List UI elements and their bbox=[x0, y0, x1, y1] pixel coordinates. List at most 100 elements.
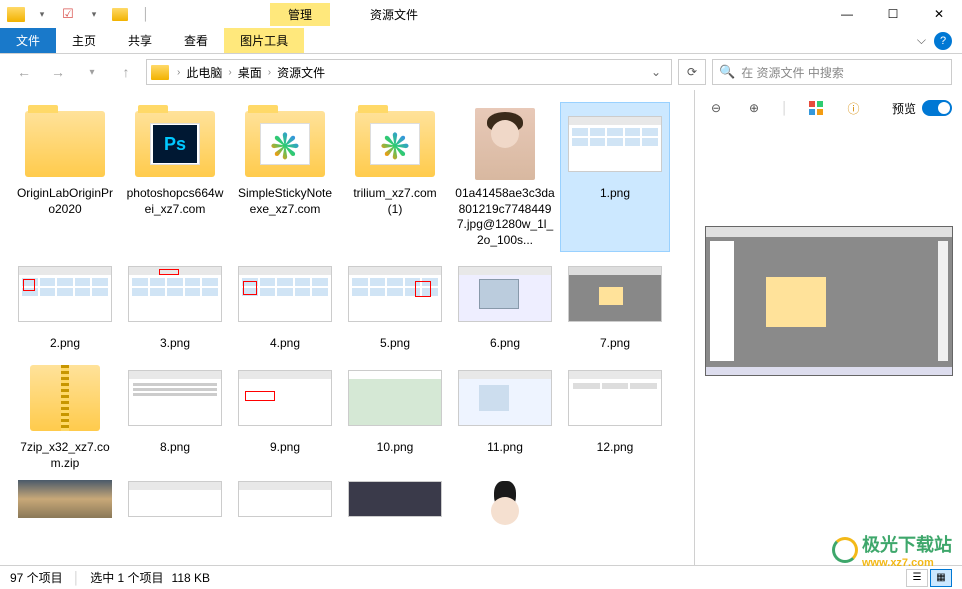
item-label: 8.png bbox=[160, 440, 190, 456]
status-bar: 97 个项目 │ 选中 1 个项目 118 KB ☰ ▦ bbox=[0, 565, 962, 589]
tab-view[interactable]: 查看 bbox=[168, 28, 224, 53]
refresh-button[interactable]: ⟳ bbox=[678, 59, 706, 85]
image-item[interactable]: 6.png bbox=[450, 252, 560, 356]
address-folder-icon bbox=[151, 65, 169, 80]
image-item[interactable]: 12.png bbox=[560, 356, 670, 475]
address-box[interactable]: › 此电脑 › 桌面 › 资源文件 ⌄ bbox=[146, 59, 672, 85]
image-item[interactable]: 5.png bbox=[340, 252, 450, 356]
ribbon-expand-icon[interactable]: ⌵ bbox=[909, 33, 934, 48]
ribbon-context-label: 管理 bbox=[270, 3, 330, 26]
status-selection: 选中 1 个项目 bbox=[90, 569, 163, 586]
image-item[interactable] bbox=[10, 475, 120, 527]
image-item[interactable] bbox=[340, 475, 450, 527]
maximize-button[interactable]: ☐ bbox=[870, 0, 916, 28]
details-view-button[interactable]: ☰ bbox=[906, 569, 928, 587]
window-title: 资源文件 bbox=[370, 6, 418, 23]
item-label: SimpleStickyNoteexe_xz7.com bbox=[235, 186, 335, 217]
ribbon-tabs: 文件 主页 共享 查看 图片工具 ⌵ ? bbox=[0, 28, 962, 54]
item-label: 2.png bbox=[50, 336, 80, 352]
tab-file[interactable]: 文件 bbox=[0, 28, 56, 53]
divider: │ bbox=[781, 101, 789, 115]
item-label: 5.png bbox=[380, 336, 410, 352]
tab-home[interactable]: 主页 bbox=[56, 28, 112, 53]
status-count: 97 个项目 bbox=[10, 569, 63, 586]
tab-picture-tools[interactable]: 图片工具 bbox=[224, 28, 304, 53]
item-label: 10.png bbox=[377, 440, 414, 456]
zoom-in-icon[interactable]: ⊕ bbox=[743, 97, 765, 119]
up-button[interactable]: ↑ bbox=[112, 58, 140, 86]
item-label: 4.png bbox=[270, 336, 300, 352]
image-item[interactable]: 9.png bbox=[230, 356, 340, 475]
item-label: 12.png bbox=[597, 440, 634, 456]
chevron-right-icon[interactable]: › bbox=[226, 67, 233, 78]
qat-check-icon[interactable]: ☑ bbox=[56, 2, 80, 26]
item-label: trilium_xz7.com (1) bbox=[345, 186, 445, 217]
watermark-url: www.xz7.com bbox=[862, 557, 952, 569]
file-list[interactable]: OriginLabOriginPro2020 Ps photoshopcs664… bbox=[0, 90, 694, 568]
image-item[interactable]: 4.png bbox=[230, 252, 340, 356]
window-controls: ― ☐ ✕ bbox=[824, 0, 962, 28]
item-label: 01a41458ae3c3da801219c77484497.jpg@1280w… bbox=[455, 186, 555, 248]
search-icon: 🔍 bbox=[719, 64, 735, 80]
minimize-button[interactable]: ― bbox=[824, 0, 870, 28]
item-label: 9.png bbox=[270, 440, 300, 456]
preview-toggle[interactable] bbox=[922, 100, 952, 116]
watermark-logo-icon bbox=[832, 537, 858, 563]
image-item[interactable] bbox=[230, 475, 340, 527]
qat-open-folder-icon[interactable] bbox=[108, 2, 132, 26]
folder-item[interactable]: trilium_xz7.com (1) bbox=[340, 102, 450, 252]
item-label: OriginLabOriginPro2020 bbox=[15, 186, 115, 217]
image-item[interactable]: 7.png bbox=[560, 252, 670, 356]
folder-item[interactable]: Ps photoshopcs664wei_xz7.com bbox=[120, 102, 230, 252]
image-item-selected[interactable]: 1.png bbox=[560, 102, 670, 252]
folder-item[interactable]: SimpleStickyNoteexe_xz7.com bbox=[230, 102, 340, 252]
image-item[interactable]: 2.png bbox=[10, 252, 120, 356]
close-button[interactable]: ✕ bbox=[916, 0, 962, 28]
crumb-pc[interactable]: 此电脑 bbox=[182, 64, 226, 81]
chevron-right-icon[interactable]: › bbox=[266, 67, 273, 78]
crumb-desktop[interactable]: 桌面 bbox=[234, 64, 266, 81]
item-label: 11.png bbox=[487, 440, 523, 456]
address-bar: ← → ▾ ↑ › 此电脑 › 桌面 › 资源文件 ⌄ ⟳ 🔍 在 资源文件 中… bbox=[0, 54, 962, 90]
quick-access-toolbar: ▾ ☑ ▾ │ bbox=[0, 0, 160, 28]
zip-item[interactable]: 7zip_x32_xz7.com.zip bbox=[10, 356, 120, 475]
image-item[interactable]: 10.png bbox=[340, 356, 450, 475]
search-input[interactable]: 🔍 在 资源文件 中搜索 bbox=[712, 59, 952, 85]
item-label: 7.png bbox=[600, 336, 630, 352]
preview-image-area[interactable] bbox=[695, 126, 962, 568]
help-icon[interactable]: ? bbox=[934, 32, 952, 50]
preview-pane: ⊖ ⊕ │ ⓘ 预览 bbox=[694, 90, 962, 568]
back-button[interactable]: ← bbox=[10, 58, 38, 86]
apps-icon[interactable] bbox=[805, 97, 827, 119]
preview-label: 预览 bbox=[892, 100, 916, 117]
recent-dropdown-icon[interactable]: ▾ bbox=[78, 58, 106, 86]
view-switcher: ☰ ▦ bbox=[906, 569, 952, 587]
image-item[interactable]: 11.png bbox=[450, 356, 560, 475]
image-item[interactable] bbox=[450, 475, 560, 527]
search-placeholder: 在 资源文件 中搜索 bbox=[741, 64, 844, 81]
tab-share[interactable]: 共享 bbox=[112, 28, 168, 53]
title-bar: ▾ ☑ ▾ │ 管理 资源文件 ― ☐ ✕ bbox=[0, 0, 962, 28]
crumb-folder[interactable]: 资源文件 bbox=[273, 64, 329, 81]
preview-toolbar: ⊖ ⊕ │ ⓘ 预览 bbox=[695, 90, 962, 126]
address-dropdown-icon[interactable]: ⌄ bbox=[645, 65, 667, 79]
item-label: 3.png bbox=[160, 336, 190, 352]
app-folder-icon[interactable] bbox=[4, 2, 28, 26]
zoom-out-icon[interactable]: ⊖ bbox=[705, 97, 727, 119]
item-label: 6.png bbox=[490, 336, 520, 352]
folder-item[interactable]: OriginLabOriginPro2020 bbox=[10, 102, 120, 252]
preview-image bbox=[705, 226, 953, 376]
thumbnails-view-button[interactable]: ▦ bbox=[930, 569, 952, 587]
image-item[interactable]: 3.png bbox=[120, 252, 230, 356]
forward-button[interactable]: → bbox=[44, 58, 72, 86]
image-item[interactable] bbox=[120, 475, 230, 527]
item-label: photoshopcs664wei_xz7.com bbox=[125, 186, 225, 217]
status-size: 118 KB bbox=[172, 571, 210, 585]
image-item[interactable]: 8.png bbox=[120, 356, 230, 475]
image-item[interactable]: 01a41458ae3c3da801219c77484497.jpg@1280w… bbox=[450, 102, 560, 252]
info-icon[interactable]: ⓘ bbox=[843, 97, 865, 119]
qat-dropdown2-icon[interactable]: ▾ bbox=[82, 2, 106, 26]
qat-dropdown-icon[interactable]: ▾ bbox=[30, 2, 54, 26]
chevron-right-icon[interactable]: › bbox=[175, 67, 182, 78]
watermark-text: 极光下载站 bbox=[862, 535, 952, 555]
